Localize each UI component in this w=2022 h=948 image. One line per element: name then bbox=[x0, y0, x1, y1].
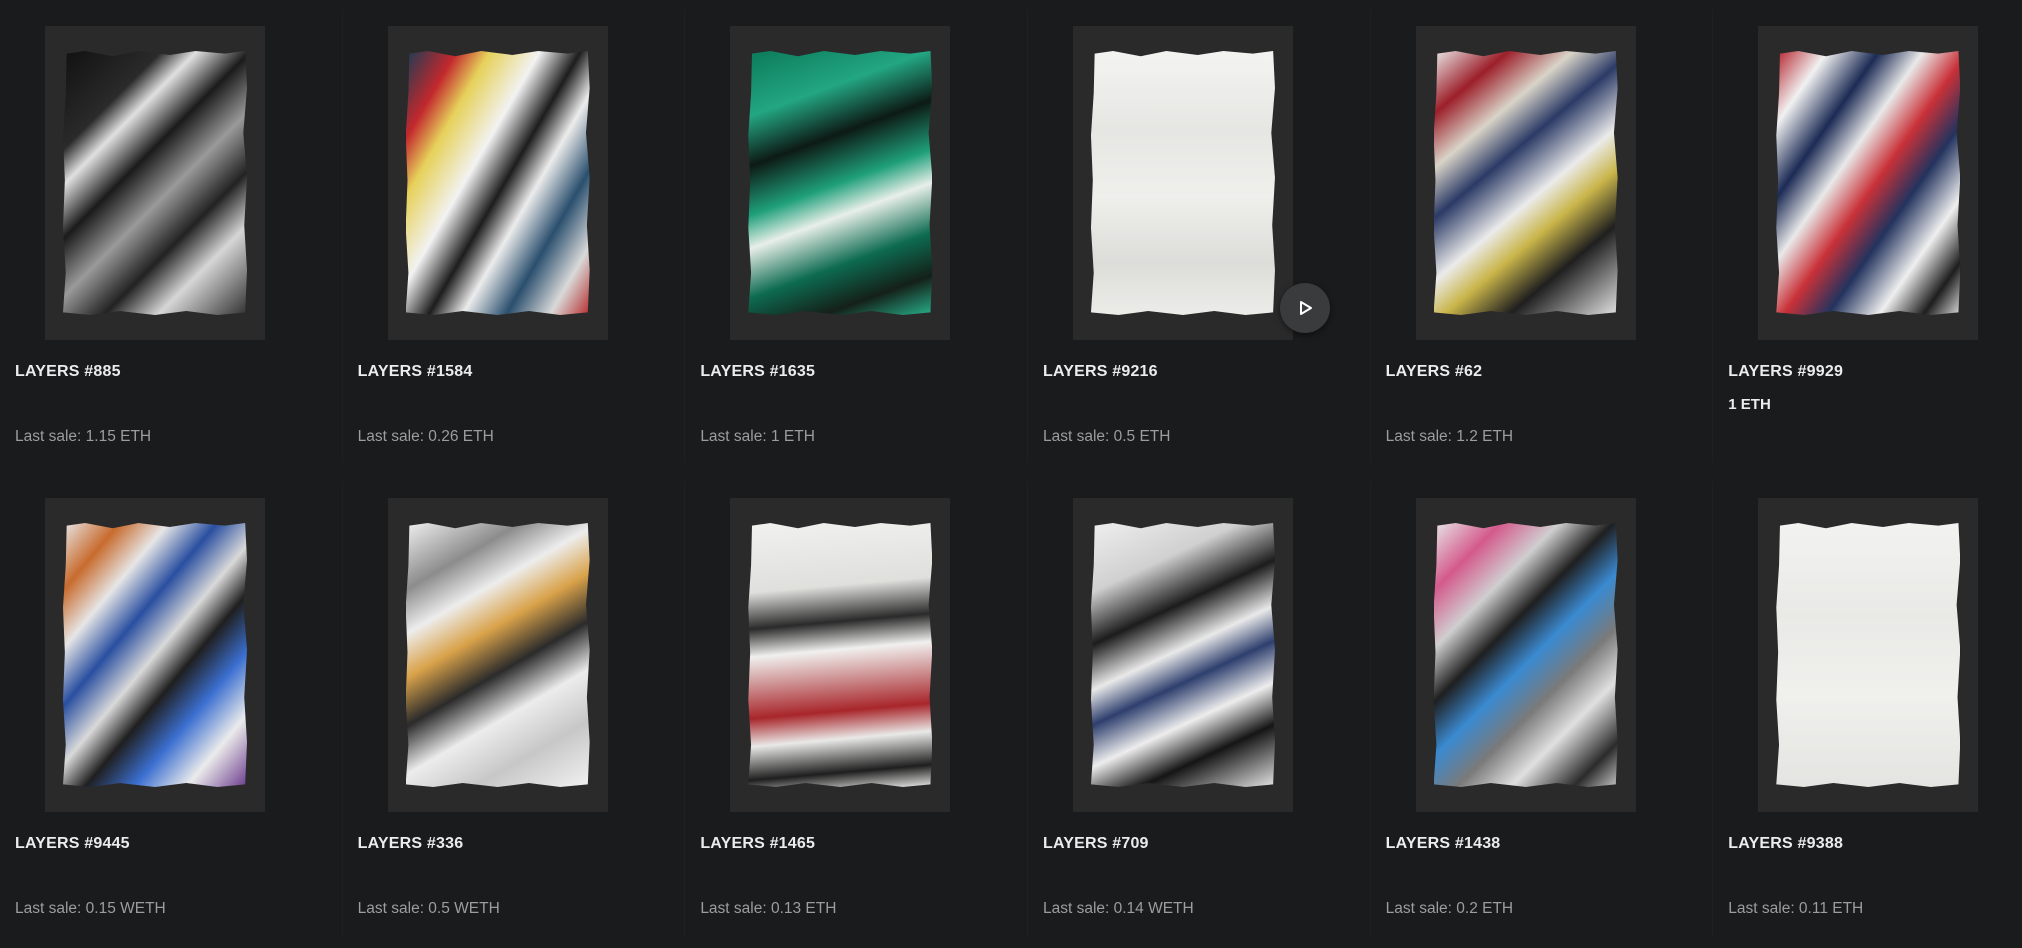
nft-image bbox=[405, 51, 590, 315]
nft-title[interactable]: LAYERS #9216 bbox=[1043, 363, 1158, 381]
nft-card[interactable]: LAYERS #1635 Last sale: 1 ETH bbox=[685, 0, 1028, 472]
last-sale: Last sale: 0.13 ETH bbox=[700, 900, 837, 917]
nft-thumbnail[interactable] bbox=[45, 26, 265, 340]
play-button[interactable] bbox=[1280, 283, 1330, 333]
nft-thumbnail[interactable] bbox=[1415, 26, 1636, 340]
nft-title[interactable]: LAYERS #1635 bbox=[700, 363, 815, 381]
last-sale: Last sale: 0.15 WETH bbox=[15, 900, 166, 917]
nft-image bbox=[405, 523, 590, 787]
nft-card[interactable]: LAYERS #9929 1 ETH bbox=[1713, 0, 2022, 472]
play-icon bbox=[1300, 301, 1312, 315]
nft-card[interactable]: LAYERS #9445 Last sale: 0.15 WETH bbox=[0, 472, 343, 948]
nft-card[interactable]: LAYERS #1584 Last sale: 0.26 ETH bbox=[343, 0, 686, 472]
nft-title[interactable]: LAYERS #9388 bbox=[1728, 835, 1843, 853]
nft-title[interactable]: LAYERS #885 bbox=[15, 363, 121, 381]
nft-image bbox=[1433, 51, 1618, 315]
nft-card[interactable]: LAYERS #336 Last sale: 0.5 WETH bbox=[343, 472, 686, 948]
nft-card[interactable]: LAYERS #1465 Last sale: 0.13 ETH bbox=[685, 472, 1028, 948]
nft-thumbnail[interactable] bbox=[387, 498, 608, 812]
nft-thumbnail[interactable] bbox=[730, 26, 951, 340]
nft-image bbox=[1433, 523, 1618, 787]
nft-title[interactable]: LAYERS #62 bbox=[1386, 363, 1483, 381]
nft-title[interactable]: LAYERS #336 bbox=[358, 835, 464, 853]
nft-image bbox=[748, 51, 933, 315]
nft-thumbnail[interactable] bbox=[1072, 498, 1293, 812]
nft-card[interactable]: LAYERS #9216 Last sale: 0.5 ETH bbox=[1028, 0, 1371, 472]
nft-title[interactable]: LAYERS #9929 bbox=[1728, 363, 1843, 381]
nft-card[interactable]: LAYERS #709 Last sale: 0.14 WETH bbox=[1028, 472, 1371, 948]
last-sale: Last sale: 0.2 ETH bbox=[1385, 900, 1514, 917]
nft-image bbox=[1776, 51, 1961, 315]
nft-card[interactable]: LAYERS #9388 Last sale: 0.11 ETH bbox=[1713, 472, 2022, 948]
nft-thumbnail[interactable] bbox=[1415, 498, 1636, 812]
nft-thumbnail[interactable] bbox=[1072, 26, 1293, 340]
nft-image bbox=[63, 523, 247, 787]
nft-title[interactable]: LAYERS #9445 bbox=[15, 835, 130, 853]
nft-image bbox=[1090, 523, 1275, 787]
nft-card[interactable]: LAYERS #1438 Last sale: 0.2 ETH bbox=[1371, 472, 1714, 948]
nft-title[interactable]: LAYERS #1438 bbox=[1386, 835, 1501, 853]
nft-image bbox=[63, 51, 247, 315]
nft-title[interactable]: LAYERS #1465 bbox=[700, 835, 815, 853]
nft-image bbox=[1090, 51, 1275, 315]
nft-card[interactable]: LAYERS #885 Last sale: 1.15 ETH bbox=[0, 0, 343, 472]
last-sale: Last sale: 1.15 ETH bbox=[15, 428, 152, 445]
nft-image bbox=[1776, 523, 1961, 787]
nft-thumbnail[interactable] bbox=[45, 498, 265, 812]
last-sale: Last sale: 1 ETH bbox=[700, 428, 815, 445]
nft-image bbox=[748, 523, 933, 787]
nft-title[interactable]: LAYERS #1584 bbox=[358, 363, 473, 381]
last-sale: Last sale: 0.5 WETH bbox=[357, 900, 500, 917]
nft-thumbnail[interactable] bbox=[730, 498, 951, 812]
last-sale: Last sale: 0.5 ETH bbox=[1042, 428, 1171, 445]
last-sale: Last sale: 1.2 ETH bbox=[1385, 428, 1514, 445]
nft-thumbnail[interactable] bbox=[1758, 26, 1979, 340]
last-sale: Last sale: 0.14 WETH bbox=[1042, 900, 1194, 917]
nft-card[interactable]: LAYERS #62 Last sale: 1.2 ETH bbox=[1371, 0, 1714, 472]
nft-title[interactable]: LAYERS #709 bbox=[1043, 835, 1149, 853]
nft-thumbnail[interactable] bbox=[1758, 498, 1979, 812]
last-sale: Last sale: 0.26 ETH bbox=[357, 428, 494, 445]
nft-price: 1 ETH bbox=[1728, 396, 1771, 413]
nft-grid: LAYERS #885 Last sale: 1.15 ETH LAYERS #15… bbox=[0, 0, 2022, 948]
last-sale: Last sale: 0.11 ETH bbox=[1728, 900, 1864, 917]
nft-thumbnail[interactable] bbox=[387, 26, 608, 340]
